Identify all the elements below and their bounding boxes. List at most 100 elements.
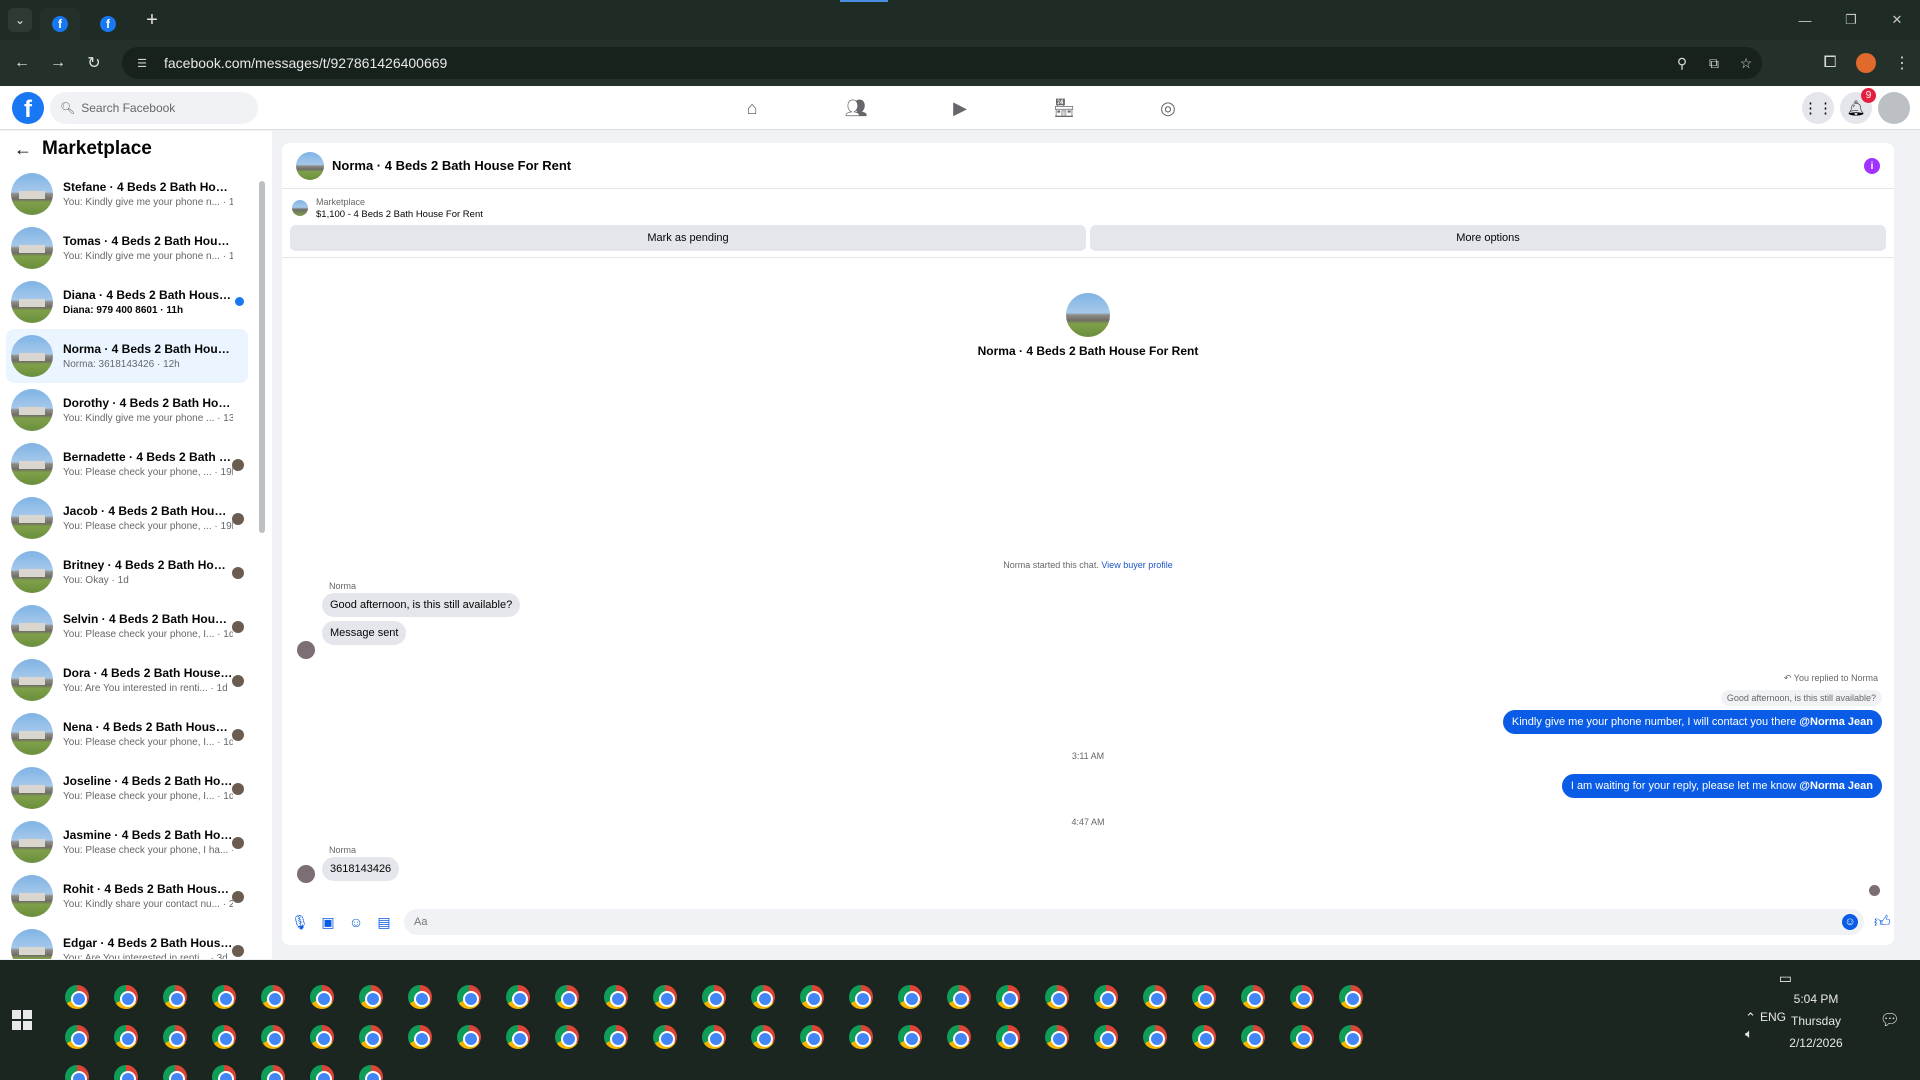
clock[interactable]: 5:04 PM Thursday 2/12/2026 [1776, 988, 1856, 1054]
taskbar-app-button[interactable] [52, 1058, 101, 1080]
taskbar-app-button[interactable] [493, 1018, 542, 1056]
taskbar-app-button[interactable] [101, 1058, 150, 1080]
conversation-item[interactable]: Diana · 4 Beds 2 Bath House F... Diana: 9… [6, 275, 248, 329]
taskbar-app-button[interactable] [444, 978, 493, 1016]
view-buyer-profile-link[interactable]: View buyer profile [1101, 560, 1172, 570]
taskbar-app-button[interactable] [346, 978, 395, 1016]
tray-icons[interactable]: ⌃ 🔈︎ [1745, 1010, 1756, 1042]
taskbar-app-button[interactable] [738, 978, 787, 1016]
taskbar-app-button[interactable] [150, 1058, 199, 1080]
taskbar-app-button[interactable] [1228, 978, 1277, 1016]
taskbar-app-button[interactable] [297, 978, 346, 1016]
close-window-icon[interactable]: ✕ [1874, 0, 1920, 40]
conversation-item[interactable]: Stefane · 4 Beds 2 Bath House F... You: K… [6, 167, 248, 221]
forward-icon[interactable]: → [44, 49, 72, 77]
taskbar-app-button[interactable] [836, 978, 885, 1016]
conversation-item[interactable]: Selvin · 4 Beds 2 Bath House ... You: Ple… [6, 599, 248, 653]
incoming-message[interactable]: Good afternoon, is this still available? [322, 593, 521, 617]
taskbar-app-button[interactable] [248, 1058, 297, 1080]
windows-start-icon[interactable] [12, 1010, 32, 1030]
taskbar-app-button[interactable] [1032, 1018, 1081, 1056]
new-tab-button[interactable]: + [140, 8, 164, 32]
taskbar-app-button[interactable] [1277, 978, 1326, 1016]
notifications-bell-icon[interactable]: 🔔︎ 9 [1840, 88, 1876, 124]
facebook-search[interactable]: 🔍︎ [50, 92, 258, 124]
conversation-item[interactable]: Nena · 4 Beds 2 Bath House ... You: Pleas… [6, 707, 248, 761]
microphone-icon[interactable]: 🎙︎ [286, 914, 314, 931]
taskbar-app-button[interactable] [934, 1018, 983, 1056]
taskbar-app-button[interactable] [1130, 1018, 1179, 1056]
outgoing-message[interactable]: Kindly give me your phone number, I will… [1502, 710, 1882, 734]
taskbar-app-button[interactable] [591, 1018, 640, 1056]
taskbar-app-button[interactable] [591, 978, 640, 1016]
minimize-icon[interactable]: — [1782, 0, 1828, 40]
thumbs-up-icon[interactable]: 👍︎ [1874, 913, 1891, 932]
browser-profile-avatar[interactable] [1856, 53, 1876, 73]
back-arrow-icon[interactable]: ← [14, 139, 32, 160]
taskbar-app-button[interactable] [101, 978, 150, 1016]
listing-title[interactable]: $1,100 - 4 Beds 2 Bath House For Rent [316, 209, 483, 220]
taskbar-app-button[interactable] [689, 978, 738, 1016]
browser-menu-icon[interactable]: ⋮ [1884, 53, 1920, 73]
site-info-icon[interactable]: ☰ [134, 55, 150, 71]
conversation-item[interactable]: Joseline · 4 Beds 2 Bath Hous... You: Ple… [6, 761, 248, 815]
message-field[interactable]: ☺ [404, 909, 1864, 935]
conversation-item[interactable]: Edgar · 4 Beds 2 Bath House ... You: Are … [6, 923, 248, 959]
taskbar-app-button[interactable] [836, 1018, 885, 1056]
taskbar-app-button[interactable] [885, 978, 934, 1016]
search-input[interactable] [81, 101, 242, 115]
desktop-icon[interactable]: ▭ [1779, 970, 1792, 987]
sticker-icon[interactable]: ☺ [342, 914, 370, 930]
browser-tab-facebook-1[interactable]: f [40, 8, 80, 40]
sender-avatar[interactable] [296, 864, 316, 884]
restore-icon[interactable]: ❐ [1828, 0, 1874, 40]
home-icon[interactable]: ⌂ [700, 86, 804, 130]
taskbar-app-button[interactable] [1179, 1018, 1228, 1056]
sender-avatar[interactable] [296, 640, 316, 660]
taskbar-app-button[interactable] [885, 1018, 934, 1056]
conversation-item[interactable]: Dora · 4 Beds 2 Bath House F... You: Are … [6, 653, 248, 707]
taskbar-app-button[interactable] [1081, 978, 1130, 1016]
taskbar-app-button[interactable] [199, 978, 248, 1016]
conversation-item[interactable]: Norma · 4 Beds 2 Bath House F... Norma: 3… [6, 329, 248, 383]
taskbar-app-button[interactable] [395, 978, 444, 1016]
taskbar-app-button[interactable] [542, 978, 591, 1016]
taskbar-app-button[interactable] [1277, 1018, 1326, 1056]
marketplace-icon[interactable]: 🏪︎ [1012, 86, 1116, 130]
taskbar-app-button[interactable] [346, 1018, 395, 1056]
chat-thumbnail[interactable] [296, 151, 324, 180]
conversation-item[interactable]: Jasmine · 4 Beds 2 Bath House ... You: Pl… [6, 815, 248, 869]
taskbar-app-button[interactable] [983, 978, 1032, 1016]
taskbar-app-button[interactable] [738, 1018, 787, 1056]
taskbar-app-button[interactable] [983, 1018, 1032, 1056]
taskbar-app-button[interactable] [150, 978, 199, 1016]
emoji-icon[interactable]: ☺ [1842, 914, 1858, 930]
gif-icon[interactable]: ▤ [370, 914, 398, 931]
zoom-icon[interactable]: ⚲ [1666, 55, 1698, 72]
taskbar-app-button[interactable] [787, 1018, 836, 1056]
conversation-item[interactable]: Rohit · 4 Beds 2 Bath House For... You: K… [6, 869, 248, 923]
scrollbar-thumb[interactable] [259, 181, 265, 533]
taskbar-app-button[interactable] [297, 1058, 346, 1080]
taskbar-app-button[interactable] [640, 978, 689, 1016]
incoming-message[interactable]: 3618143426 [322, 857, 400, 881]
incoming-message[interactable]: Message sent [322, 621, 407, 645]
chat-title[interactable]: Norma · 4 Beds 2 Bath House For Rent [332, 158, 571, 173]
taskbar-app-button[interactable] [248, 978, 297, 1016]
menu-grid-icon[interactable]: ⋮⋮ [1802, 92, 1834, 124]
taskbar-app-button[interactable] [542, 1018, 591, 1056]
taskbar-app-button[interactable] [297, 1018, 346, 1056]
taskbar-app-button[interactable] [101, 1018, 150, 1056]
message-input[interactable] [414, 916, 1814, 928]
reply-quote[interactable]: Good afternoon, is this still available? [1720, 690, 1882, 706]
extensions-icon[interactable]: ⧠ [1812, 54, 1848, 72]
bookmark-star-icon[interactable]: ☆ [1730, 55, 1762, 72]
conversation-item[interactable]: Britney · 4 Beds 2 Bath Hous... You: Okay… [6, 545, 248, 599]
conversation-item[interactable]: Jacob · 4 Beds 2 Bath House ... You: Plea… [6, 491, 248, 545]
mention-tag[interactable]: @Norma Jean [1799, 780, 1873, 792]
taskbar-app-button[interactable] [689, 1018, 738, 1056]
friends-icon[interactable]: 👥︎ [804, 86, 908, 130]
taskbar-app-button[interactable] [1228, 1018, 1277, 1056]
account-avatar[interactable] [1878, 92, 1910, 124]
facebook-logo[interactable]: f [12, 92, 44, 124]
